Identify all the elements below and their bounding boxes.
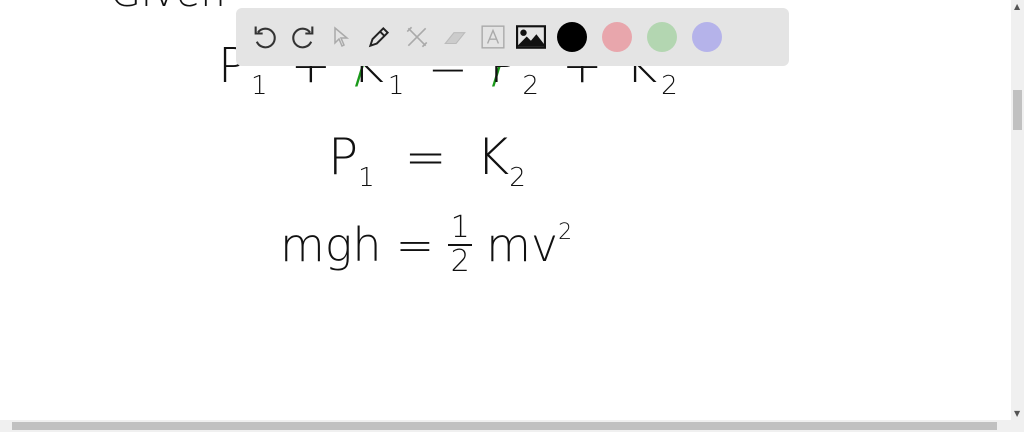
horizontal-scroll-thumb[interactable] xyxy=(12,422,997,430)
image-icon xyxy=(516,25,546,49)
select-button[interactable] xyxy=(322,17,360,57)
fraction: 1 2 xyxy=(448,210,473,279)
equals: = xyxy=(395,218,435,272)
denominator: 2 xyxy=(450,244,470,279)
term: mv xyxy=(486,218,559,272)
hidden-heading: Given xyxy=(110,0,226,16)
select-icon xyxy=(334,26,350,48)
image-button[interactable] xyxy=(512,17,550,57)
text-button[interactable] xyxy=(474,17,512,57)
eraser-icon xyxy=(444,32,466,45)
subscript: 2 xyxy=(661,71,682,101)
term: P xyxy=(328,128,359,186)
eraser-button[interactable] xyxy=(436,17,474,57)
equation-mgh: mgh = 1 2 mv2 xyxy=(280,212,572,278)
equation-p1-k2: P1 = K2 xyxy=(328,128,526,193)
superscript: 2 xyxy=(558,220,573,245)
vertical-scroll-thumb[interactable] xyxy=(1013,90,1022,130)
pen-icon xyxy=(368,26,390,48)
color-purple[interactable] xyxy=(692,22,722,52)
subscript: 2 xyxy=(509,163,526,193)
pen-button[interactable] xyxy=(360,17,398,57)
term: mgh xyxy=(280,218,382,272)
numerator: 1 xyxy=(450,210,470,245)
undo-icon xyxy=(254,26,276,49)
color-green[interactable] xyxy=(647,22,677,52)
redo-icon xyxy=(292,26,314,49)
equals: = xyxy=(404,128,447,186)
tools-icon xyxy=(406,26,428,48)
horizontal-scrollbar[interactable] xyxy=(0,420,1024,432)
scroll-down-icon[interactable]: ▼ xyxy=(1014,409,1020,418)
color-pink[interactable] xyxy=(602,22,632,52)
undo-button[interactable] xyxy=(246,17,284,57)
term: K xyxy=(476,128,510,186)
redo-button[interactable] xyxy=(284,17,322,57)
color-black[interactable] xyxy=(557,22,587,52)
vertical-scrollbar[interactable]: ▲ ▼ xyxy=(1011,0,1024,420)
subscript: 1 xyxy=(387,71,409,101)
drawing-toolbar xyxy=(236,8,789,66)
subscript: 1 xyxy=(250,71,272,101)
subscript: 2 xyxy=(522,71,543,101)
scroll-up-icon[interactable]: ▲ xyxy=(1014,2,1020,11)
text-icon xyxy=(481,25,505,49)
tools-button[interactable] xyxy=(398,17,436,57)
subscript: 1 xyxy=(358,163,375,193)
